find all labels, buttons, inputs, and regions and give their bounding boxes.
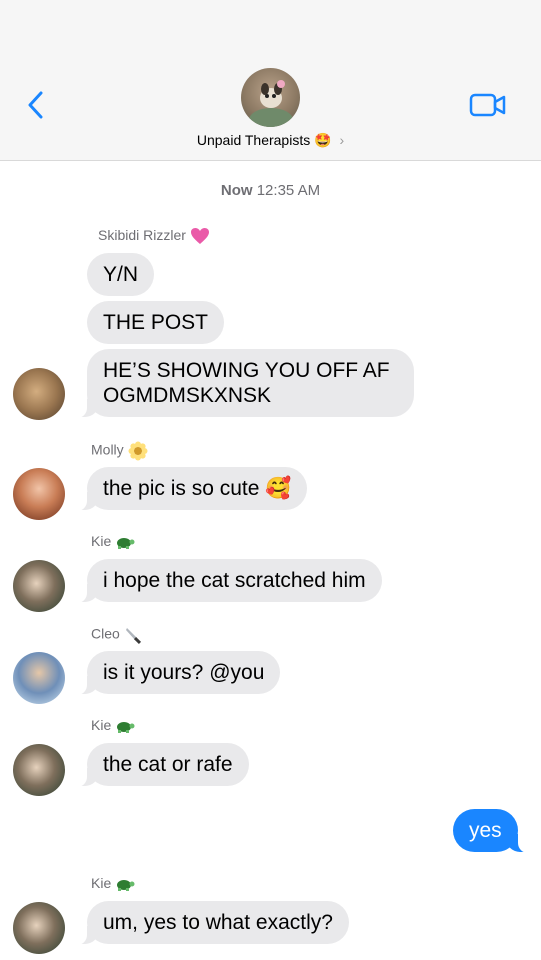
sender-name: Cleo — [91, 625, 144, 645]
message-text-line: HE’S SHOWING YOU OFF AF — [103, 359, 390, 382]
chevron-left-icon — [28, 91, 43, 119]
smiling-hearts-emoji: 🥰 — [265, 477, 292, 500]
message-text: yes — [469, 819, 502, 842]
heart-icon — [190, 228, 209, 245]
sender-label: Kie — [91, 875, 112, 891]
sender-label: Molly — [91, 441, 124, 458]
avatar[interactable] — [13, 652, 65, 704]
timestamp: Now 12:35 AM — [0, 182, 541, 199]
star-struck-emoji: 🤩 — [314, 132, 332, 148]
sender-name: Molly — [91, 441, 148, 461]
message-bubble[interactable]: is it yours? @you — [74, 651, 281, 695]
group-avatar-image — [249, 80, 293, 127]
video-call-button[interactable] — [467, 90, 509, 120]
group-avatar[interactable] — [241, 68, 300, 127]
conversation-header: Unpaid Therapists 🤩 › — [0, 0, 541, 161]
outgoing-message-bubble[interactable]: yes — [453, 809, 530, 853]
avatar[interactable] — [13, 902, 65, 954]
sender-label: Skibidi Rizzler — [98, 227, 186, 243]
sender-name: Kie — [91, 533, 135, 550]
turtle-icon — [117, 880, 135, 892]
message-text: Y/N — [103, 263, 139, 286]
message-bubble[interactable]: Y/N — [87, 253, 155, 296]
message-text: is it yours? @you — [103, 661, 265, 684]
timestamp-day: Now — [220, 182, 253, 199]
chevron-right-icon: › — [339, 132, 345, 148]
turtle-icon — [117, 538, 135, 550]
back-button[interactable] — [18, 88, 52, 122]
message-bubble[interactable]: HE’S SHOWING YOU OFF AF OGMDMSKXNSK — [75, 349, 414, 418]
avatar[interactable] — [13, 468, 65, 520]
message-text: um, yes to what exactly? — [103, 911, 333, 934]
avatar[interactable] — [13, 744, 65, 796]
message-text: the cat or rafe — [103, 753, 233, 776]
video-camera-icon — [469, 93, 506, 117]
sender-name: Kie — [91, 717, 135, 734]
message-bubble[interactable]: the pic is so cute 🥰 — [74, 467, 308, 511]
group-title[interactable]: Unpaid Therapists 🤩 › — [0, 132, 541, 149]
message-bubble[interactable]: THE POST — [87, 301, 225, 344]
message-text: the pic is so cute — [103, 477, 260, 500]
flower-icon — [128, 441, 148, 461]
sender-name: Skibidi Rizzler — [98, 227, 210, 245]
sender-label: Kie — [91, 533, 112, 549]
message-bubble[interactable]: the cat or rafe — [75, 743, 249, 787]
avatar[interactable] — [13, 368, 65, 420]
group-name: Unpaid Therapists — [196, 132, 311, 148]
message-bubble[interactable]: um, yes to what exactly? — [75, 901, 349, 945]
knife-icon — [125, 628, 141, 645]
avatar[interactable] — [13, 560, 65, 612]
message-text: i hope the cat scratched him — [103, 569, 366, 592]
message-text: THE POST — [103, 311, 209, 334]
sender-name: Kie — [91, 875, 135, 892]
turtle-icon — [117, 722, 135, 734]
sender-label: Kie — [91, 717, 112, 733]
timestamp-time: 12:35 AM — [256, 182, 321, 199]
message-bubble[interactable]: i hope the cat scratched him — [75, 559, 382, 603]
message-text-line: OGMDMSKXNSK — [103, 384, 272, 407]
sender-label: Cleo — [91, 625, 120, 642]
